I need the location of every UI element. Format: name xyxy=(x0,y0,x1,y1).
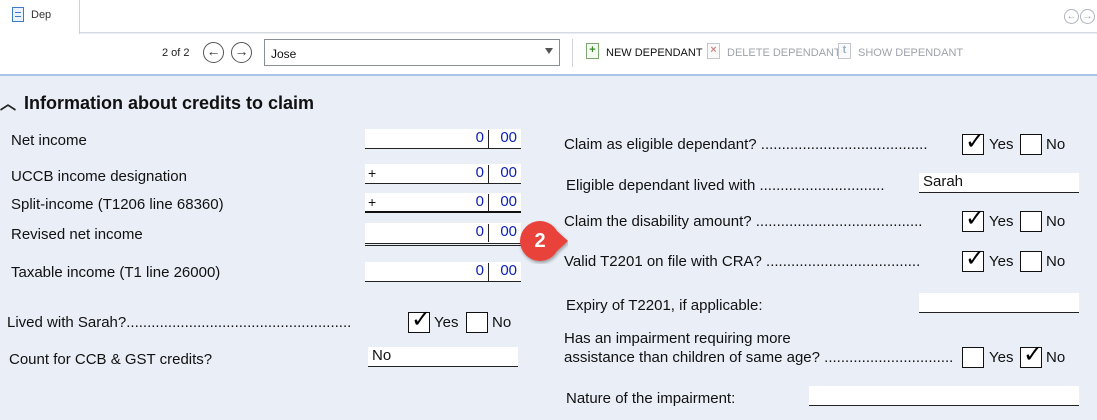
count-ccb-label: Count for CCB & GST credits? xyxy=(9,351,213,368)
taxable-income-field[interactable]: 0 00 xyxy=(365,262,521,282)
split-income-label: Split-income (T1206 line 68360) xyxy=(11,196,224,213)
record-count: 2 of 2 xyxy=(162,47,190,59)
yes-label: Yes xyxy=(989,136,1014,153)
lived-with-yes-checkbox[interactable]: ✓ xyxy=(408,306,431,333)
taxable-income-amount: 0 xyxy=(475,262,484,279)
eligible-dependant-label: Claim as eligible dependant? ...........… xyxy=(564,136,928,153)
lived-with-no-checkbox[interactable] xyxy=(466,312,488,333)
checkmark-icon: ✓ xyxy=(965,127,986,155)
no-label: No xyxy=(1046,136,1066,153)
cents-divider xyxy=(488,224,489,242)
revised-net-income-label: Revised net income xyxy=(11,226,143,243)
impairment-label-line2: assistance than children of same age? ..… xyxy=(564,349,954,366)
nature-label: Nature of the impairment: xyxy=(566,390,736,407)
checkmark-icon: ✓ xyxy=(965,244,986,272)
show-dependant-button[interactable]: SHOW DEPENDANT xyxy=(858,47,963,59)
checkmark-icon: ✓ xyxy=(411,305,432,333)
lived-with-name-value: Sarah xyxy=(923,173,964,190)
split-income-amount: 0 xyxy=(475,193,484,210)
callout-number: 2 xyxy=(534,230,545,252)
tab-strip: Dep ← → xyxy=(0,0,1097,34)
dependant-select[interactable]: Jose xyxy=(264,39,560,66)
callout-badge: 2 xyxy=(520,221,568,261)
yes-label: Yes xyxy=(989,349,1014,366)
lived-with-name-label: Eligible dependant lived with ..........… xyxy=(566,177,885,194)
dropdown-arrow-icon xyxy=(545,48,553,54)
uccb-amount: 0 xyxy=(475,164,484,181)
count-ccb-field[interactable]: No xyxy=(368,347,518,367)
t2201-no-checkbox[interactable] xyxy=(1020,251,1042,272)
impairment-yes-checkbox[interactable] xyxy=(962,347,984,368)
split-income-cents: 00 xyxy=(500,193,517,210)
delete-dependant-button[interactable]: DELETE DEPENDANT xyxy=(727,47,841,59)
tab-label: Dep xyxy=(31,9,52,21)
cents-divider xyxy=(488,165,489,183)
net-income-label: Net income xyxy=(11,132,87,149)
back-arrow-icon[interactable]: ← xyxy=(1064,9,1079,24)
cents-divider xyxy=(488,263,489,281)
yes-label: Yes xyxy=(434,314,459,331)
no-label: No xyxy=(1046,253,1066,270)
lived-with-label: Lived with Sarah?.......................… xyxy=(7,314,352,331)
cents-divider xyxy=(488,130,489,148)
expiry-field[interactable] xyxy=(919,293,1079,313)
uccb-cents: 00 xyxy=(500,164,517,181)
delete-dependant-icon: × xyxy=(707,43,720,59)
uccb-label: UCCB income designation xyxy=(11,168,187,185)
revised-net-income-amount: 0 xyxy=(475,223,484,240)
next-dependant-button[interactable]: → xyxy=(231,42,252,63)
net-income-cents: 00 xyxy=(500,129,517,146)
plus-sign: + xyxy=(368,194,377,210)
count-ccb-value: No xyxy=(372,347,392,364)
t2201-yes-checkbox[interactable]: ✓ xyxy=(962,245,985,272)
new-dependant-button[interactable]: NEW DEPENDANT xyxy=(606,47,703,59)
disability-no-checkbox[interactable] xyxy=(1020,211,1042,232)
show-dependant-icon: t xyxy=(838,43,851,59)
new-dependant-icon: + xyxy=(586,43,599,59)
taxable-income-cents: 00 xyxy=(500,262,517,279)
checkmark-icon: ✓ xyxy=(965,204,986,232)
forward-arrow-icon[interactable]: → xyxy=(1080,9,1095,24)
double-underline xyxy=(365,243,521,246)
chevron-up-icon: ︿ xyxy=(0,96,17,113)
eligible-dependant-no-checkbox[interactable] xyxy=(1020,134,1042,155)
disability-label: Claim the disability amount? ...........… xyxy=(564,213,923,230)
no-label: No xyxy=(492,314,512,331)
disability-yes-checkbox[interactable]: ✓ xyxy=(962,205,985,232)
toolbar-separator xyxy=(572,39,573,67)
lived-with-name-field[interactable]: Sarah xyxy=(919,173,1079,193)
no-label: No xyxy=(1046,349,1066,366)
t2201-label: Valid T2201 on file with CRA? ..........… xyxy=(564,253,921,270)
cents-divider xyxy=(488,194,489,212)
document-icon xyxy=(12,7,24,22)
net-income-field[interactable]: 0 00 xyxy=(365,129,521,149)
nature-field[interactable] xyxy=(809,386,1079,406)
uccb-field[interactable]: + 0 00 xyxy=(365,164,521,184)
yes-label: Yes xyxy=(989,213,1014,230)
impairment-label-line1: Has an impairment requiring more xyxy=(564,330,791,347)
toolbar: 2 of 2 ← → Jose + NEW DEPENDANT × DELETE… xyxy=(0,34,1097,76)
section-title: Information about credits to claim xyxy=(24,93,315,113)
expiry-label: Expiry of T2201, if applicable: xyxy=(566,297,763,314)
no-label: No xyxy=(1046,213,1066,230)
plus-sign: + xyxy=(368,165,377,181)
yes-label: Yes xyxy=(989,253,1014,270)
section-header[interactable]: ︿ Information about credits to claim xyxy=(0,90,314,114)
net-income-amount: 0 xyxy=(475,129,484,146)
taxable-income-label: Taxable income (T1 line 26000) xyxy=(11,264,221,281)
split-income-field[interactable]: + 0 00 xyxy=(365,193,521,213)
revised-net-income-field: 0 00 xyxy=(365,223,521,243)
eligible-dependant-yes-checkbox[interactable]: ✓ xyxy=(962,128,985,155)
impairment-no-checkbox[interactable]: ✓ xyxy=(1020,341,1043,368)
dependant-select-value: Jose xyxy=(271,47,297,61)
checkmark-icon: ✓ xyxy=(1023,340,1044,368)
tab-dep[interactable]: Dep xyxy=(0,0,80,34)
previous-dependant-button[interactable]: ← xyxy=(203,42,224,63)
revised-net-income-cents: 00 xyxy=(500,223,517,240)
